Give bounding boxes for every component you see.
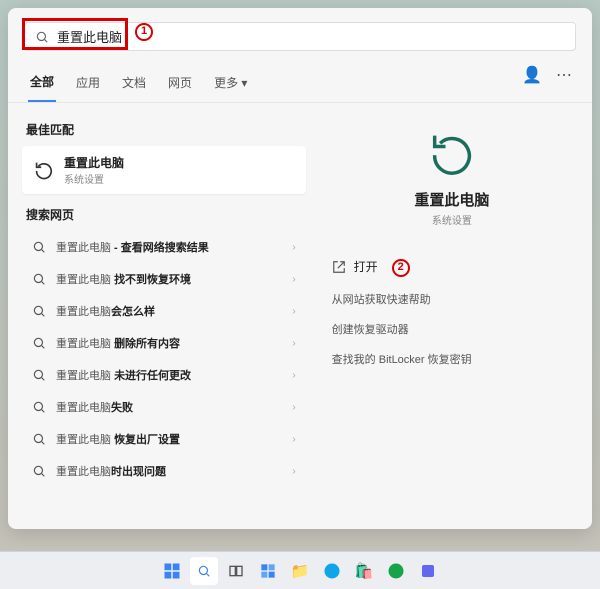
tabs-row: 全部 应用 文档 网页 更多 ▾ 👤 ⋯ xyxy=(8,59,592,103)
chevron-right-icon: › xyxy=(292,370,295,381)
search-icon xyxy=(32,400,46,414)
chevron-right-icon: › xyxy=(292,242,295,253)
hero-title: 重置此电脑 xyxy=(414,189,489,210)
user-icon[interactable]: 👤 xyxy=(522,65,542,85)
hero-sub: 系统设置 xyxy=(432,212,472,227)
search-web-heading: 搜索网页 xyxy=(26,206,302,223)
searchbar[interactable] xyxy=(24,22,576,51)
search-icon xyxy=(32,336,46,350)
chevron-right-icon: › xyxy=(292,274,295,285)
web-item-text: 重置此电脑会怎么样 xyxy=(56,303,282,319)
search-icon xyxy=(32,272,46,286)
chevron-right-icon: › xyxy=(292,434,295,445)
open-button[interactable]: 打开 2 xyxy=(332,257,572,277)
search-icon xyxy=(32,368,46,382)
web-list: 重置此电脑 - 查看网络搜索结果›重置此电脑 找不到恢复环境›重置此电脑会怎么样… xyxy=(22,231,306,487)
reset-pc-hero-icon xyxy=(426,127,478,179)
search-icon xyxy=(32,432,46,446)
web-item-3[interactable]: 重置此电脑 删除所有内容 › xyxy=(22,327,306,359)
todo[interactable] xyxy=(414,557,442,585)
web-item-2[interactable]: 重置此电脑会怎么样 › xyxy=(22,295,306,327)
web-item-text: 重置此电脑失败 xyxy=(56,399,282,415)
tab-web[interactable]: 网页 xyxy=(166,68,194,101)
right-column: 重置此电脑 系统设置 打开 2 从网站获取快速帮助 创建恢复驱动器 查找我的 B… xyxy=(312,103,592,529)
open-label: 打开 xyxy=(354,258,378,275)
right-link-0[interactable]: 从网站获取快速帮助 xyxy=(332,291,572,307)
chevron-right-icon: › xyxy=(292,306,295,317)
taskbar: 📁 🛍️ xyxy=(0,551,600,589)
web-item-7[interactable]: 重置此电脑时出现问题 › xyxy=(22,455,306,487)
chevron-down-icon: ▾ xyxy=(241,76,247,90)
explorer[interactable]: 📁 xyxy=(286,557,314,585)
store-icon: 🛍️ xyxy=(355,562,374,580)
chevron-right-icon: › xyxy=(292,466,295,477)
reset-pc-icon xyxy=(32,159,54,181)
open-icon xyxy=(332,260,346,274)
windows-icon xyxy=(163,562,181,580)
best-match-heading: 最佳匹配 xyxy=(26,121,302,138)
web-item-text: 重置此电脑 恢复出厂设置 xyxy=(56,431,282,447)
web-item-5[interactable]: 重置此电脑失败 › xyxy=(22,391,306,423)
annotation-number-1: 1 xyxy=(135,21,153,41)
xbox-icon xyxy=(387,562,405,580)
search-icon xyxy=(197,564,211,578)
web-item-text: 重置此电脑时出现问题 xyxy=(56,463,282,479)
web-item-text: 重置此电脑 - 查看网络搜索结果 xyxy=(56,239,282,255)
taskbar-search[interactable] xyxy=(190,557,218,585)
search-window: 1 全部 应用 文档 网页 更多 ▾ 👤 ⋯ 最佳匹配 重置此电脑 系统设置 搜… xyxy=(8,8,592,529)
tabs-right: 👤 ⋯ xyxy=(522,65,572,85)
web-item-text: 重置此电脑 找不到恢复环境 xyxy=(56,271,282,287)
search-icon xyxy=(32,240,46,254)
best-match-sub: 系统设置 xyxy=(64,171,124,186)
widgets-icon xyxy=(260,563,276,579)
searchbar-wrap: 1 xyxy=(8,8,592,59)
edge-icon xyxy=(323,562,341,580)
best-match-item[interactable]: 重置此电脑 系统设置 xyxy=(22,146,306,194)
tab-docs[interactable]: 文档 xyxy=(120,68,148,101)
annotation-number-2: 2 xyxy=(392,257,410,277)
web-item-text: 重置此电脑 删除所有内容 xyxy=(56,335,282,351)
widgets[interactable] xyxy=(254,557,282,585)
search-icon xyxy=(32,304,46,318)
search-icon xyxy=(32,464,46,478)
task-view[interactable] xyxy=(222,557,250,585)
search-input[interactable] xyxy=(57,29,565,44)
web-item-1[interactable]: 重置此电脑 找不到恢复环境 › xyxy=(22,263,306,295)
web-item-4[interactable]: 重置此电脑 未进行任何更改 › xyxy=(22,359,306,391)
taskview-icon xyxy=(228,563,244,579)
web-item-text: 重置此电脑 未进行任何更改 xyxy=(56,367,282,383)
start-button[interactable] xyxy=(158,557,186,585)
folder-icon: 📁 xyxy=(291,562,310,580)
right-link-2[interactable]: 查找我的 BitLocker 恢复密钥 xyxy=(332,351,572,367)
more-icon[interactable]: ⋯ xyxy=(556,65,572,85)
todo-icon xyxy=(420,563,436,579)
tab-more[interactable]: 更多 ▾ xyxy=(212,68,249,101)
web-item-6[interactable]: 重置此电脑 恢复出厂设置 › xyxy=(22,423,306,455)
search-icon xyxy=(35,30,49,44)
tab-apps[interactable]: 应用 xyxy=(74,68,102,101)
best-match-title: 重置此电脑 xyxy=(64,154,124,171)
tab-all[interactable]: 全部 xyxy=(28,67,56,102)
xbox[interactable] xyxy=(382,557,410,585)
content: 最佳匹配 重置此电脑 系统设置 搜索网页 重置此电脑 - 查看网络搜索结果›重置… xyxy=(8,103,592,529)
store[interactable]: 🛍️ xyxy=(350,557,378,585)
chevron-right-icon: › xyxy=(292,402,295,413)
edge[interactable] xyxy=(318,557,346,585)
chevron-right-icon: › xyxy=(292,338,295,349)
right-link-1[interactable]: 创建恢复驱动器 xyxy=(332,321,572,337)
web-item-0[interactable]: 重置此电脑 - 查看网络搜索结果 › xyxy=(22,231,306,263)
right-actions: 打开 2 从网站获取快速帮助 创建恢复驱动器 查找我的 BitLocker 恢复… xyxy=(332,257,572,367)
left-column: 最佳匹配 重置此电脑 系统设置 搜索网页 重置此电脑 - 查看网络搜索结果›重置… xyxy=(8,103,312,529)
